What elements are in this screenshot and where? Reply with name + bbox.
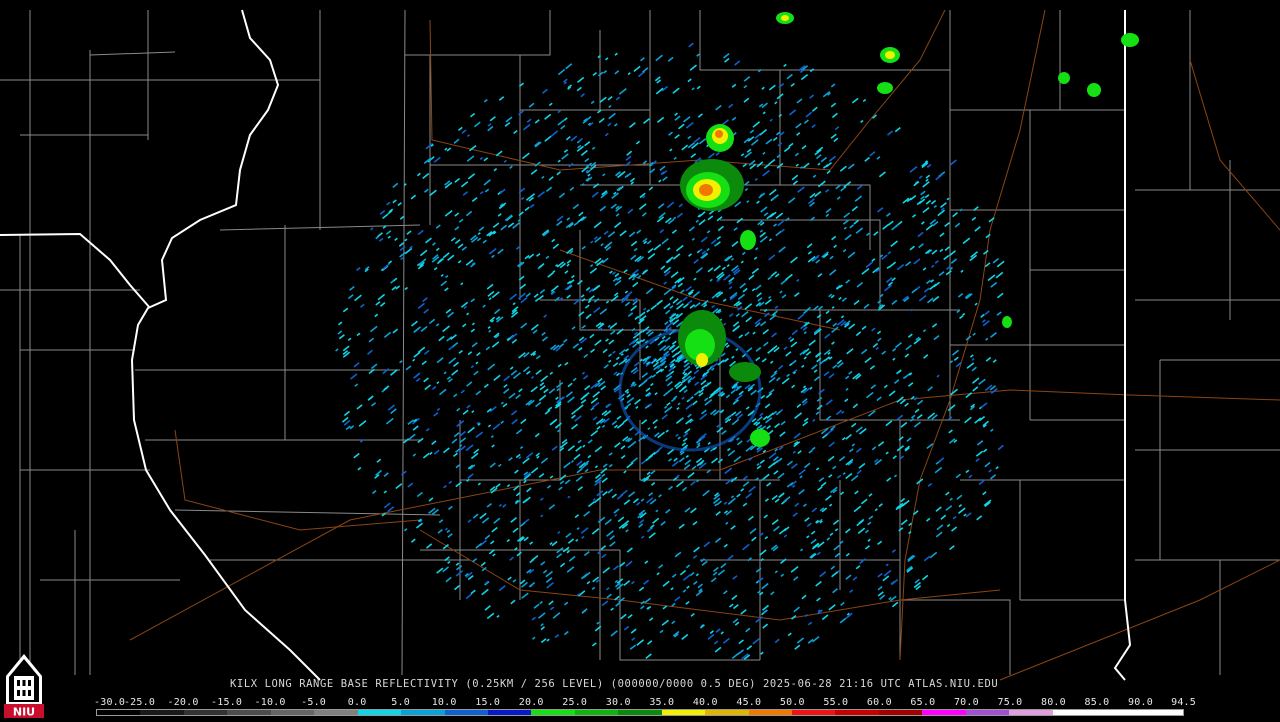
colorbar-segment: [878, 710, 923, 715]
scale-label: 55.0: [823, 697, 849, 708]
scale-label: -20.0: [167, 697, 199, 708]
colorbar-segment: [965, 710, 1010, 715]
scale-label: 94.5: [1171, 697, 1196, 708]
colorbar-segment: [227, 710, 271, 715]
colorbar-segment: [531, 710, 575, 715]
scale-label: 70.0: [953, 697, 979, 708]
product-caption: KILX LONG RANGE BASE REFLECTIVITY (0.25K…: [230, 678, 999, 690]
scale-label: -15.0: [211, 697, 243, 708]
colorbar-segment: [270, 710, 315, 715]
scale-label: -25.0: [123, 697, 156, 708]
reflectivity-scale-labels: -30.0 -25.0 -20.0 -15.0 -10.0 -5.0 0.0 5.0 10.0 1…: [0, 697, 1280, 709]
colorbar-segment: [1139, 710, 1183, 715]
colorbar-segment: [922, 710, 966, 715]
scale-label: 25.0: [562, 697, 588, 708]
scale-label: -10.0: [254, 697, 286, 708]
scale-label: -30.0: [94, 697, 126, 708]
scale-label: 85.0: [1084, 697, 1110, 708]
colorbar-segment: [618, 710, 662, 715]
scale-label: 90.0: [1128, 697, 1153, 708]
scale-label: 20.0: [518, 697, 544, 708]
colorbar-segment: [357, 710, 402, 715]
scale-label: 60.0: [866, 697, 892, 708]
colorbar-segment: [792, 710, 836, 715]
scale-label: 30.0: [605, 697, 631, 708]
colorbar-segment: [748, 710, 792, 715]
reflectivity-colorbar: [96, 709, 1184, 716]
colorbar-segment: [574, 710, 619, 715]
colorbar-segment: [705, 710, 749, 715]
scale-label: 0.0: [347, 697, 367, 708]
colorbar-segment: [487, 710, 532, 715]
colorbar-segment: [97, 710, 141, 715]
colorbar-segment: [401, 710, 445, 715]
colorbar-segment: [140, 710, 184, 715]
colorbar-segment: [835, 710, 879, 715]
scale-label: 75.0: [997, 697, 1023, 708]
scale-label: 5.0: [391, 697, 410, 708]
scale-label: 45.0: [736, 697, 762, 708]
colorbar-segment: [314, 710, 358, 715]
colorbar-segment: [1096, 710, 1140, 715]
colorbar-segment: [1009, 710, 1053, 715]
colorbar-segment: [661, 710, 706, 715]
scale-label: -5.0: [301, 697, 327, 708]
colorbar-segment: [183, 710, 228, 715]
scale-label: 40.0: [692, 697, 718, 708]
radar-map: [0, 0, 1280, 720]
colorbar-segment: [444, 710, 488, 715]
scale-label: 65.0: [910, 697, 936, 708]
scale-label: 50.0: [779, 697, 805, 708]
scale-label: 35.0: [649, 697, 675, 708]
scale-label: 15.0: [475, 697, 501, 708]
scale-label: 80.0: [1040, 697, 1066, 708]
colorbar-segment: [1052, 710, 1097, 715]
scale-label: 10.0: [431, 697, 457, 708]
